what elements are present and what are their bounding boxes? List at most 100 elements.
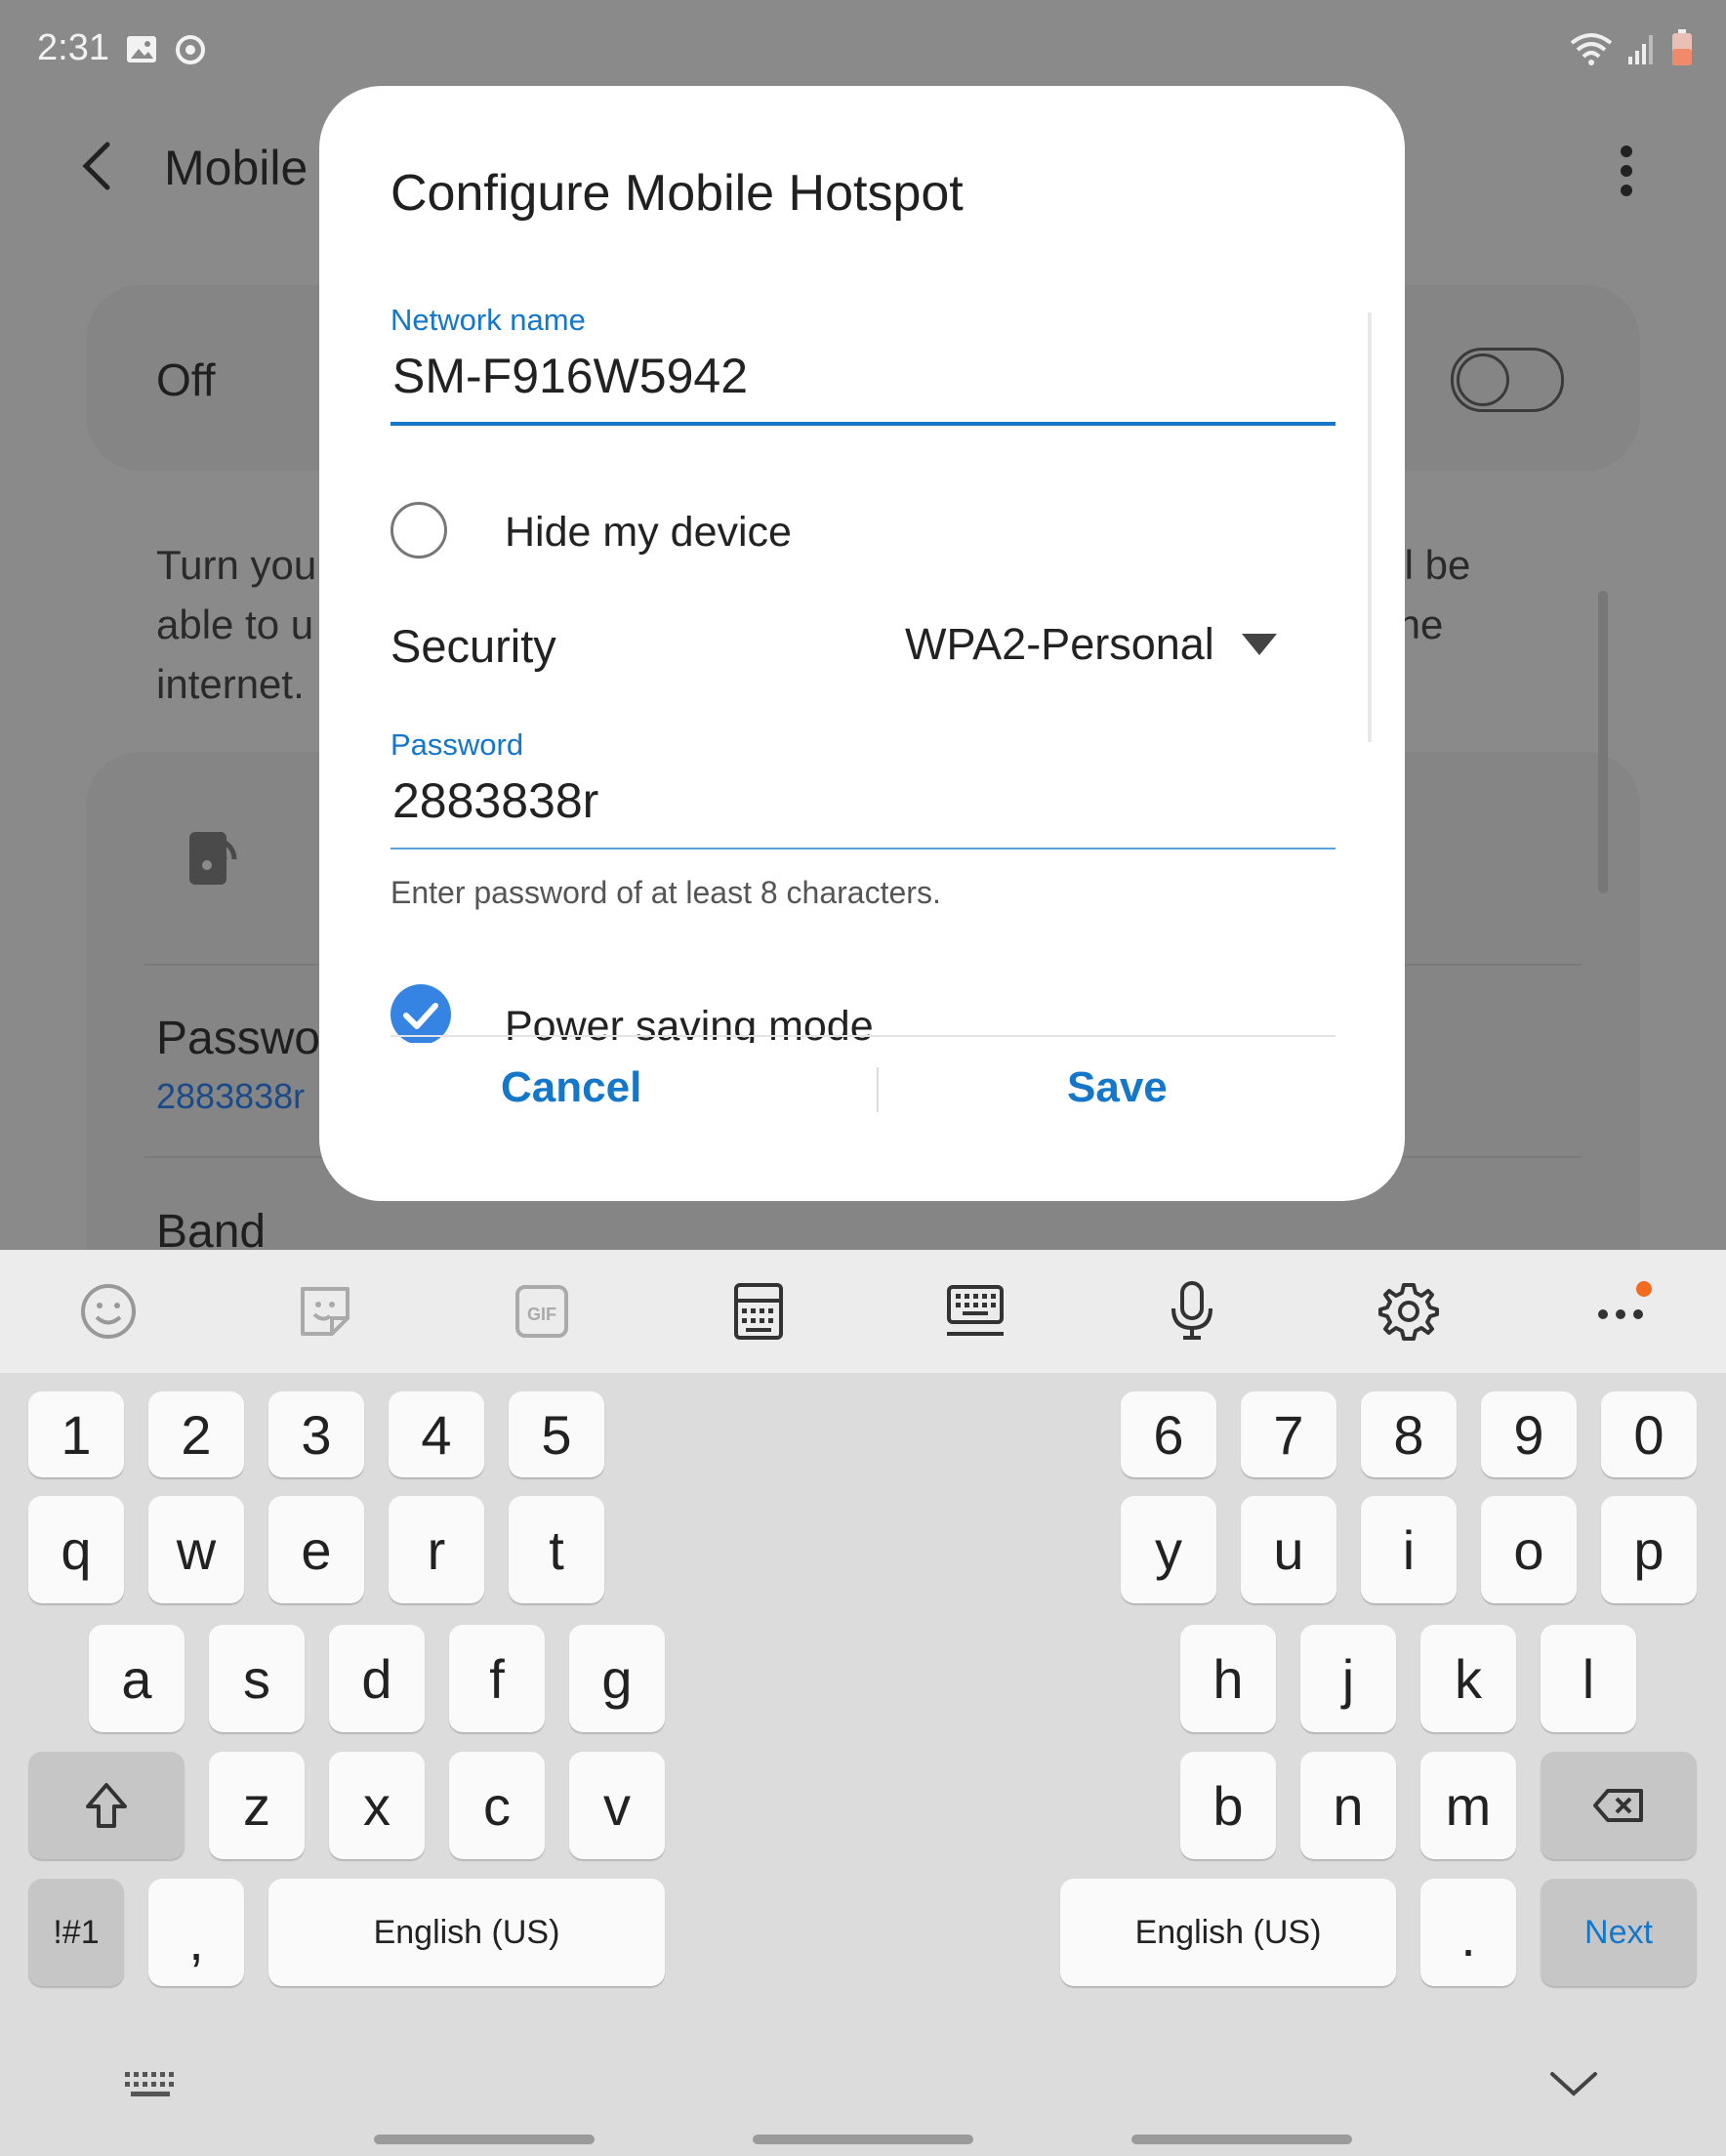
key-0[interactable]: 0 (1601, 1391, 1697, 1477)
symbols-key[interactable]: !#1 (28, 1879, 124, 1986)
nav-handle-center[interactable] (753, 2135, 973, 2144)
hotspot-icon (189, 832, 237, 885)
network-name-underline (390, 422, 1336, 426)
page-title: Mobile (164, 141, 308, 195)
key-x[interactable]: x (329, 1752, 425, 1859)
key-h[interactable]: h (1180, 1625, 1276, 1732)
status-time: 2:31 (37, 27, 109, 68)
key-s[interactable]: s (209, 1625, 305, 1732)
key-g[interactable]: g (569, 1625, 665, 1732)
hide-device-radio[interactable] (390, 502, 447, 559)
key-5[interactable]: 5 (509, 1391, 604, 1477)
network-name-field[interactable]: SM-F916W5942 (392, 348, 748, 404)
list-fade-divider (390, 1035, 1336, 1037)
configure-hotspot-dialog: Configure Mobile Hotspot Network name SM… (319, 86, 1405, 1201)
key-o[interactable]: o (1481, 1496, 1577, 1603)
key-a[interactable]: a (89, 1625, 185, 1732)
key-p[interactable]: p (1601, 1496, 1697, 1603)
status-icons-left (125, 33, 207, 66)
password-hint: Enter password of at least 8 characters. (390, 875, 941, 910)
key-y[interactable]: y (1121, 1496, 1216, 1603)
save-button[interactable]: Save (1061, 1062, 1173, 1113)
network-name-label: Network name (390, 303, 586, 337)
security-label: Security (390, 620, 556, 672)
gif-icon[interactable]: GIF (510, 1279, 574, 1344)
keyboard: GIF 1 2 3 4 5 q w e r t a s d f g z x c … (0, 1250, 1726, 2156)
settings-icon[interactable] (1377, 1279, 1441, 1344)
key-e[interactable]: e (268, 1496, 364, 1603)
more-icon[interactable] (1593, 1279, 1671, 1344)
key-u[interactable]: u (1241, 1496, 1336, 1603)
security-dropdown[interactable]: WPA2-Personal (905, 619, 1279, 670)
key-t[interactable]: t (509, 1496, 604, 1603)
key-z[interactable]: z (209, 1752, 305, 1859)
key-1[interactable]: 1 (28, 1391, 124, 1477)
key-f[interactable]: f (449, 1625, 545, 1732)
key-v[interactable]: v (569, 1752, 665, 1859)
cancel-button[interactable]: Cancel (495, 1062, 647, 1113)
password-underline (390, 848, 1336, 850)
key-c[interactable]: c (449, 1752, 545, 1859)
signal-icon (1628, 35, 1653, 64)
password-label: Password (390, 727, 524, 762)
wifi-icon (1570, 33, 1613, 65)
keyboard-hide-icon[interactable] (123, 2068, 182, 2107)
key-q[interactable]: q (28, 1496, 124, 1603)
shift-icon (86, 1783, 127, 1828)
key-k[interactable]: k (1420, 1625, 1516, 1732)
sync-icon (176, 35, 205, 64)
key-9[interactable]: 9 (1481, 1391, 1577, 1477)
key-r[interactable]: r (389, 1496, 484, 1603)
backspace-key[interactable] (1541, 1752, 1697, 1859)
keyboard-layout-icon[interactable] (943, 1279, 1007, 1344)
nav-handle-left[interactable] (374, 2135, 595, 2144)
button-separator (877, 1067, 879, 1112)
image-icon (127, 36, 156, 62)
hotspot-status-label: Off (156, 354, 216, 405)
key-7[interactable]: 7 (1241, 1391, 1336, 1477)
key-b[interactable]: b (1180, 1752, 1276, 1859)
page-scrollbar[interactable] (1598, 591, 1608, 893)
key-8[interactable]: 8 (1361, 1391, 1457, 1477)
key-j[interactable]: j (1300, 1625, 1396, 1732)
period-key[interactable]: . (1420, 1879, 1516, 1986)
key-n[interactable]: n (1300, 1752, 1396, 1859)
chevron-down-icon[interactable] (1548, 2064, 1599, 2103)
sticker-icon[interactable] (293, 1279, 357, 1344)
status-icons-right (1570, 29, 1693, 66)
battery-icon (1672, 29, 1692, 65)
key-m[interactable]: m (1420, 1752, 1516, 1859)
password-field[interactable]: 2883838r (392, 772, 598, 829)
svg-text:GIF: GIF (527, 1305, 556, 1324)
keyboard-mode-icon[interactable] (726, 1279, 791, 1344)
space-key-right[interactable]: English (US) (1060, 1879, 1396, 1986)
password-setting-label: Passwo (156, 1013, 321, 1064)
hotspot-toggle[interactable] (1451, 348, 1564, 412)
back-arrow-icon[interactable] (70, 137, 129, 195)
next-key[interactable]: Next (1541, 1879, 1697, 1986)
key-w[interactable]: w (148, 1496, 244, 1603)
dialog-title: Configure Mobile Hotspot (390, 165, 964, 222)
key-d[interactable]: d (329, 1625, 425, 1732)
comma-key[interactable]: , (148, 1879, 244, 1986)
dropdown-arrow-icon (1241, 634, 1277, 655)
key-6[interactable]: 6 (1121, 1391, 1216, 1477)
key-3[interactable]: 3 (268, 1391, 364, 1477)
space-key-left[interactable]: English (US) (268, 1879, 665, 1986)
nav-handle-right[interactable] (1131, 2135, 1352, 2144)
dialog-scrollbar[interactable] (1368, 312, 1372, 742)
power-saving-label[interactable]: Power saving mode (505, 1003, 874, 1043)
key-2[interactable]: 2 (148, 1391, 244, 1477)
key-l[interactable]: l (1541, 1625, 1636, 1732)
password-setting-value: 2883838r (156, 1076, 306, 1116)
backspace-icon (1593, 1789, 1643, 1822)
microphone-icon[interactable] (1160, 1279, 1224, 1344)
shift-key[interactable] (28, 1752, 185, 1859)
key-4[interactable]: 4 (389, 1391, 484, 1477)
key-i[interactable]: i (1361, 1496, 1457, 1603)
hide-device-label[interactable]: Hide my device (505, 509, 792, 557)
emoji-icon[interactable] (76, 1279, 141, 1344)
keyboard-toolbar: GIF (0, 1250, 1726, 1373)
security-value: WPA2-Personal (905, 619, 1214, 669)
more-options-icon[interactable] (1607, 142, 1646, 200)
